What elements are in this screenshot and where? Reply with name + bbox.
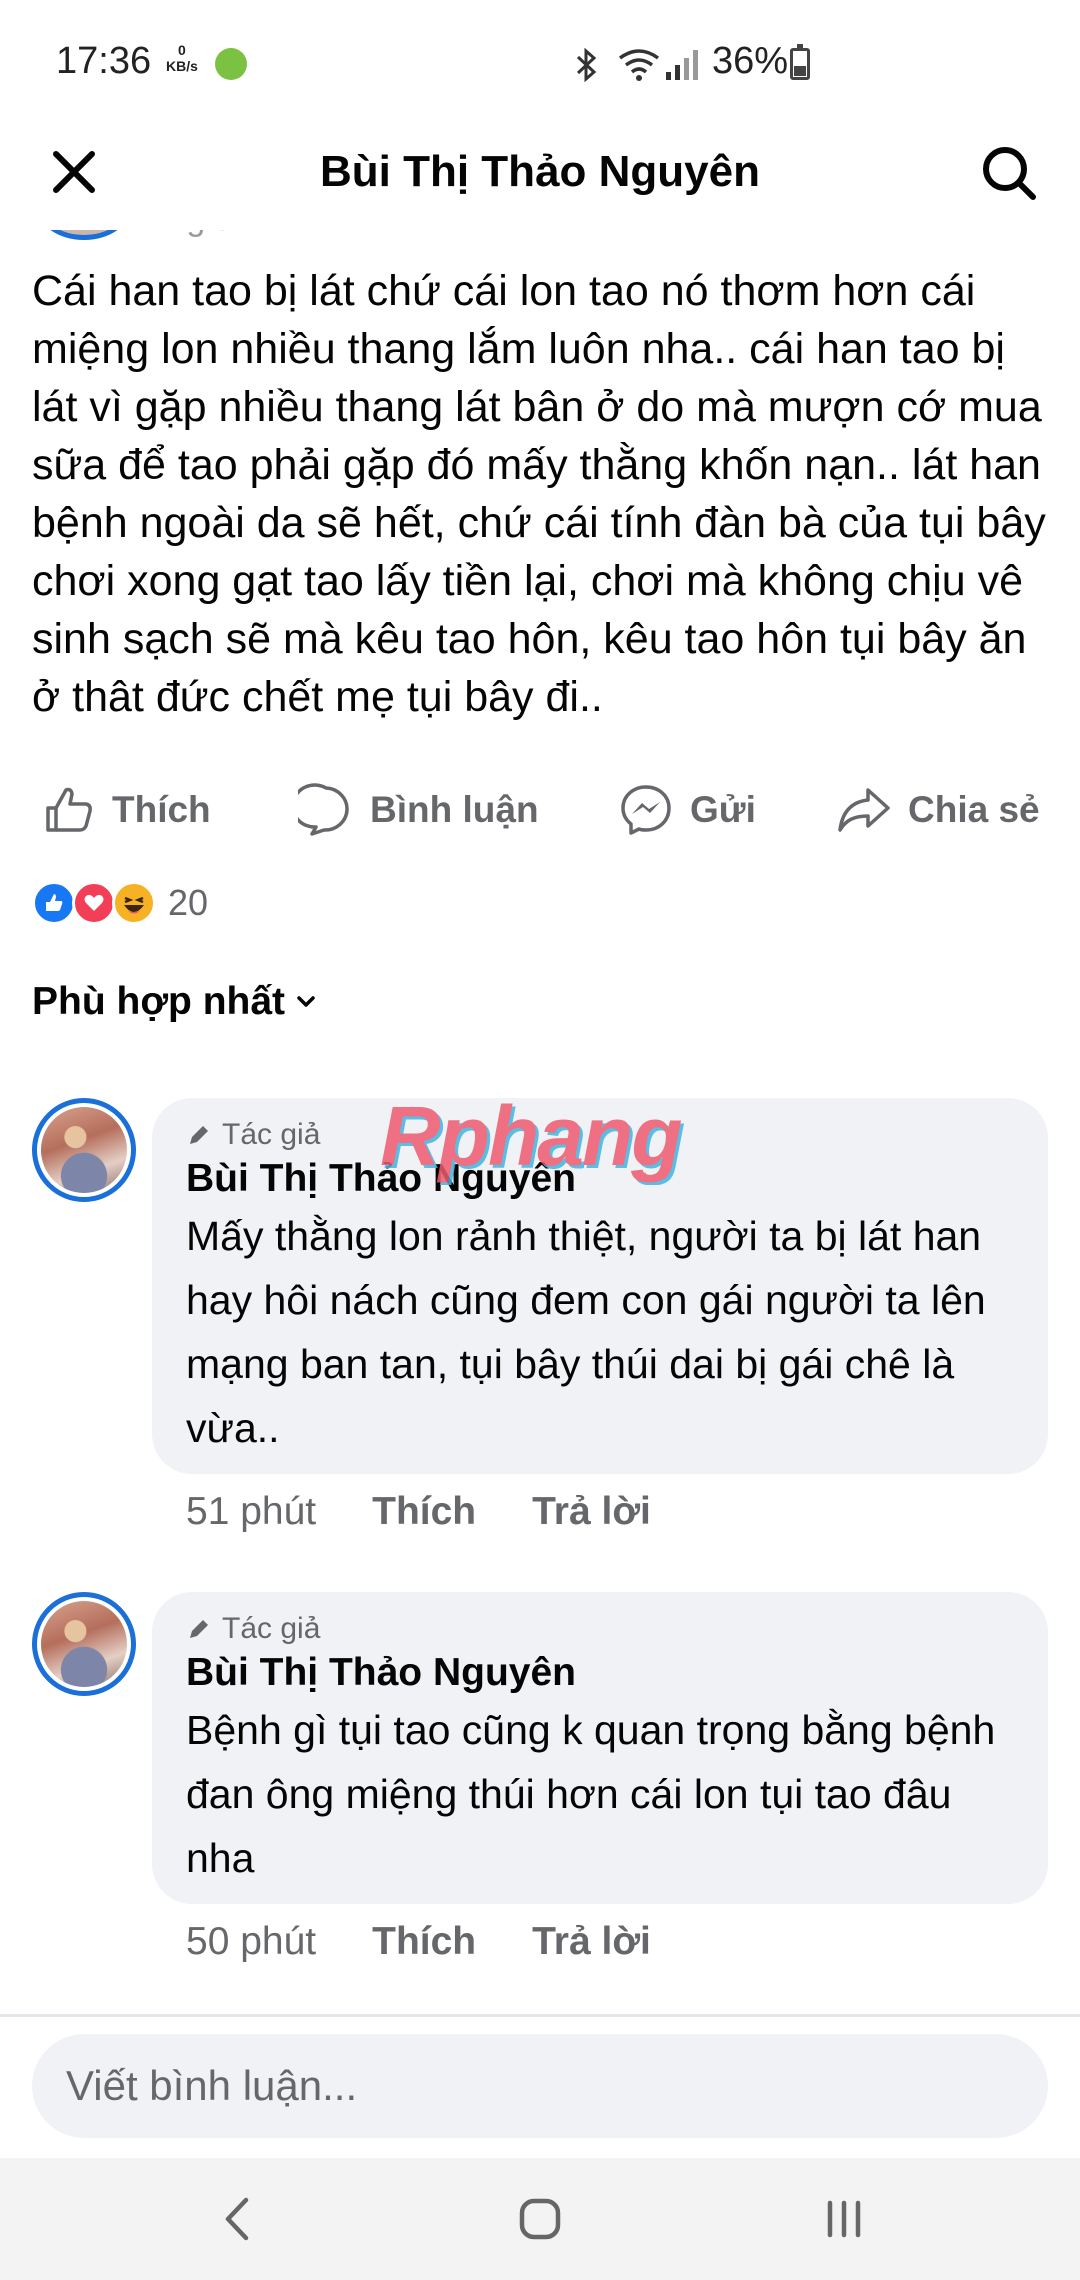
recent-apps-icon (827, 2200, 861, 2238)
comment-text: Bệnh gì tụi tao cũng k quan trọng bằng b… (186, 1707, 996, 1881)
comment-button[interactable]: Bình luận (298, 770, 539, 850)
comment-time: 50 phút (186, 1920, 317, 1963)
share-label: Chia sẻ (908, 789, 1040, 830)
bluetooth-icon (576, 48, 597, 82)
share-icon (838, 788, 890, 832)
avatar[interactable] (32, 1098, 136, 1202)
wifi-icon (618, 49, 660, 81)
reaction-summary[interactable]: 20 (32, 878, 208, 928)
send-button[interactable]: Gửi (618, 770, 756, 850)
comment-label: Bình luận (370, 789, 539, 830)
signal-icon (666, 50, 698, 80)
post-actions: Thích Bình luận Gửi Chia sẻ (0, 770, 1080, 850)
like-label: Thích (112, 789, 211, 830)
page-title: Bùi Thị Thảo Nguyên (320, 147, 760, 196)
comment-icon (298, 783, 349, 836)
system-nav-bar (0, 2158, 1080, 2280)
home-icon (519, 2198, 561, 2240)
recent-apps-button[interactable] (804, 2184, 884, 2254)
home-button[interactable] (500, 2184, 580, 2254)
notification-dot-icon (215, 48, 247, 80)
comment-input[interactable]: Viết bình luận... (32, 2034, 1048, 2138)
header: Bùi Thị Thảo Nguyên (0, 130, 1080, 230)
comment-meta: 51 phút Thích Trả lời (186, 1490, 651, 1534)
pencil-icon (190, 1620, 208, 1638)
watermark-logo: Rphang (380, 1089, 683, 1183)
comment-bubble[interactable]: Tác giả Bùi Thị Thảo Nguyên Bệnh gì tụi … (152, 1592, 1048, 1904)
battery-icon (790, 44, 810, 80)
avatar[interactable] (32, 1592, 136, 1696)
chevron-down-icon (297, 996, 315, 1007)
author-badge: Tác giả (186, 1610, 1014, 1648)
divider (0, 2014, 1080, 2017)
post-text: Cái han tao bị lát chứ cái lon tao nó th… (32, 267, 1046, 721)
reaction-count: 20 (168, 882, 209, 923)
pencil-icon (190, 1126, 208, 1144)
messenger-icon (621, 785, 671, 835)
comment-text: Mấy thằng lon rảnh thiệt, người ta bị lá… (186, 1213, 986, 1451)
like-reaction-icon (32, 881, 76, 925)
net-speed-indicator: 0 KB/s (166, 42, 198, 74)
comment-author-name[interactable]: Bùi Thị Thảo Nguyên (186, 1648, 1014, 1698)
status-time: 17:36 (56, 40, 152, 82)
thumbs-up-icon (46, 787, 92, 832)
comment-item: Tác giả Bùi Thị Thảo Nguyên Bệnh gì tụi … (0, 1592, 1080, 1992)
comment-reply-button[interactable]: Trả lời (532, 1920, 651, 1964)
haha-reaction-icon (112, 881, 156, 925)
search-button[interactable] (974, 138, 1044, 208)
status-bar: 17:36 0 KB/s 36% (0, 0, 1080, 130)
comment-meta: 50 phút Thích Trả lời (186, 1920, 651, 1964)
comment-like-button[interactable]: Thích (372, 1920, 476, 1964)
search-icon (983, 147, 1036, 200)
send-label: Gửi (690, 789, 756, 830)
comment-time: 51 phút (186, 1490, 317, 1533)
back-button[interactable] (198, 2184, 278, 2254)
battery-percent: 36% (712, 40, 789, 82)
comment-sort-dropdown[interactable]: Phù hợp nhất (32, 980, 317, 1024)
sort-label: Phù hợp nhất (32, 980, 286, 1023)
share-button[interactable]: Chia sẻ (836, 770, 1040, 850)
love-reaction-icon (72, 881, 116, 925)
comment-reply-button[interactable]: Trả lời (532, 1490, 651, 1534)
back-icon (225, 2197, 249, 2241)
comment-like-button[interactable]: Thích (372, 1490, 476, 1534)
like-button[interactable]: Thích (40, 770, 211, 850)
